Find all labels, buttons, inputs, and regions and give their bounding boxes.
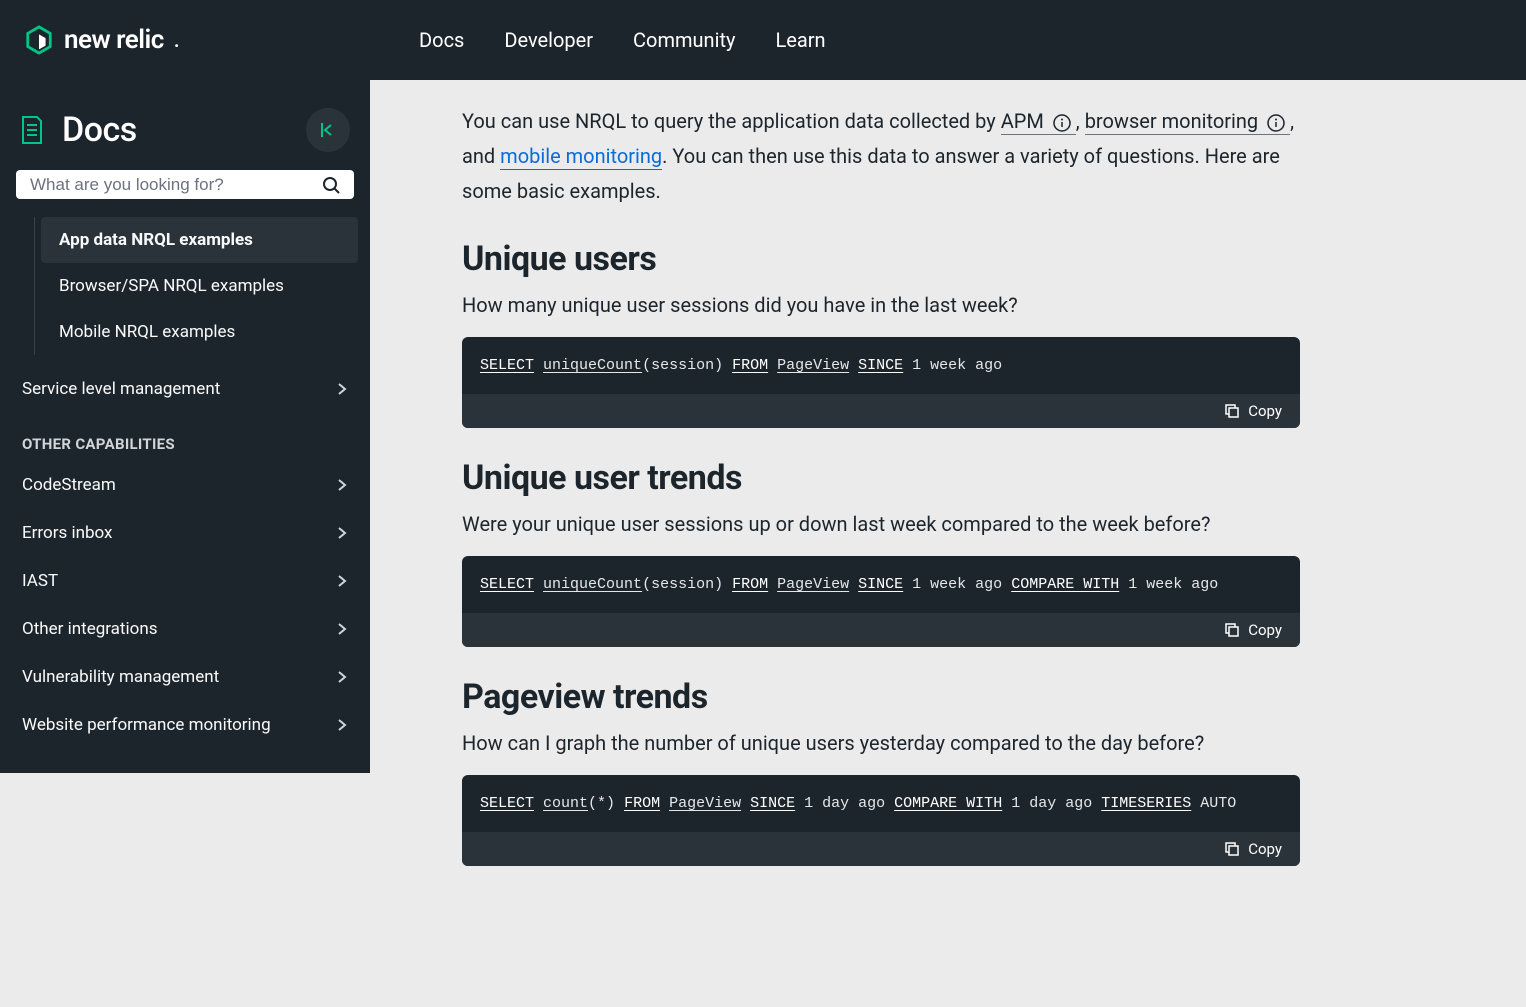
sidebar-header: Docs xyxy=(12,98,358,170)
nav-developer[interactable]: Developer xyxy=(504,28,593,52)
sidebar-title: Docs xyxy=(62,110,137,150)
brand-text: new relic xyxy=(64,25,164,55)
main-content: You can use NRQL to query the applicatio… xyxy=(370,80,1526,1007)
section-description: How many unique user sessions did you ha… xyxy=(462,293,1300,317)
nav-learn[interactable]: Learn xyxy=(775,28,825,52)
section-heading: Pageview trends xyxy=(462,677,1300,717)
copy-button[interactable]: Copy xyxy=(462,832,1300,866)
sidebar-item-label: CodeStream xyxy=(22,475,116,495)
intro-text: You can use NRQL to query the applicatio… xyxy=(462,109,1001,133)
newrelic-logo-icon xyxy=(24,25,54,55)
copy-label: Copy xyxy=(1248,402,1282,420)
link-mobile-monitoring[interactable]: mobile monitoring xyxy=(500,144,662,170)
section-heading: Unique users xyxy=(462,239,1300,279)
sidebar: Docs App data NRQL examples Browser/SPA … xyxy=(0,80,370,773)
copy-icon xyxy=(1224,841,1240,857)
sidebar-item-website-perf[interactable]: Website performance monitoring xyxy=(12,701,358,749)
copy-label: Copy xyxy=(1248,840,1282,858)
sidebar-item-service-level[interactable]: Service level management xyxy=(12,365,358,413)
search-box[interactable] xyxy=(16,170,354,199)
sidebar-item-other-integrations[interactable]: Other integrations xyxy=(12,605,358,653)
top-nav: Docs Developer Community Learn xyxy=(419,28,826,52)
sidebar-item-label: Other integrations xyxy=(22,619,158,639)
section-description: How can I graph the number of unique use… xyxy=(462,731,1300,755)
copy-button[interactable]: Copy xyxy=(462,613,1300,647)
sidebar-item-label: Service level management xyxy=(22,379,220,399)
nav-community[interactable]: Community xyxy=(633,28,735,52)
collapse-sidebar-button[interactable] xyxy=(306,108,350,152)
brand-logo-wrap[interactable]: new relic. xyxy=(24,25,179,55)
copy-icon xyxy=(1224,622,1240,638)
code-block: SELECT uniqueCount(session) FROM PageVie… xyxy=(462,337,1300,428)
sidebar-section-label: OTHER CAPABILITIES xyxy=(12,413,358,461)
section-heading: Unique user trends xyxy=(462,458,1300,498)
copy-label: Copy xyxy=(1248,621,1282,639)
chevron-right-icon xyxy=(336,383,348,395)
copy-icon xyxy=(1224,403,1240,419)
code-block: SELECT uniqueCount(session) FROM PageVie… xyxy=(462,556,1300,647)
sidebar-item-label: Errors inbox xyxy=(22,523,113,543)
sidebar-item-vulnerability[interactable]: Vulnerability management xyxy=(12,653,358,701)
sidebar-item-iast[interactable]: IAST xyxy=(12,557,358,605)
chevron-right-icon xyxy=(336,479,348,491)
code-content: SELECT uniqueCount(session) FROM PageVie… xyxy=(462,556,1300,613)
link-browser-monitoring[interactable]: browser monitoring xyxy=(1085,109,1290,135)
section-description: Were your unique user sessions up or dow… xyxy=(462,512,1300,536)
search-input[interactable] xyxy=(30,175,322,195)
top-header: new relic. Docs Developer Community Lear… xyxy=(0,0,1526,80)
code-block: SELECT count(*) FROM PageView SINCE 1 da… xyxy=(462,775,1300,866)
chevron-right-icon xyxy=(336,671,348,683)
sidebar-item-label: Vulnerability management xyxy=(22,667,219,687)
sidebar-item-codestream[interactable]: CodeStream xyxy=(12,461,358,509)
sidebar-item-app-data-nrql[interactable]: App data NRQL examples xyxy=(41,217,358,263)
document-icon xyxy=(20,116,44,144)
sidebar-item-errors-inbox[interactable]: Errors inbox xyxy=(12,509,358,557)
sidebar-item-label: IAST xyxy=(22,571,58,591)
link-apm[interactable]: APM xyxy=(1001,109,1076,135)
chevron-right-icon xyxy=(336,719,348,731)
search-icon xyxy=(322,176,340,194)
intro-paragraph: You can use NRQL to query the applicatio… xyxy=(462,104,1300,209)
code-content: SELECT count(*) FROM PageView SINCE 1 da… xyxy=(462,775,1300,832)
chevron-right-icon xyxy=(336,623,348,635)
sidebar-item-label: Website performance monitoring xyxy=(22,715,271,735)
chevron-right-icon xyxy=(336,575,348,587)
info-icon xyxy=(1267,114,1285,132)
sidebar-item-mobile-nrql[interactable]: Mobile NRQL examples xyxy=(41,309,358,355)
copy-button[interactable]: Copy xyxy=(462,394,1300,428)
sidebar-sublist: App data NRQL examples Browser/SPA NRQL … xyxy=(34,217,358,355)
code-content: SELECT uniqueCount(session) FROM PageVie… xyxy=(462,337,1300,394)
sidebar-item-browser-spa-nrql[interactable]: Browser/SPA NRQL examples xyxy=(41,263,358,309)
collapse-left-icon xyxy=(319,121,337,139)
chevron-right-icon xyxy=(336,527,348,539)
nav-docs[interactable]: Docs xyxy=(419,28,464,52)
info-icon xyxy=(1053,114,1071,132)
